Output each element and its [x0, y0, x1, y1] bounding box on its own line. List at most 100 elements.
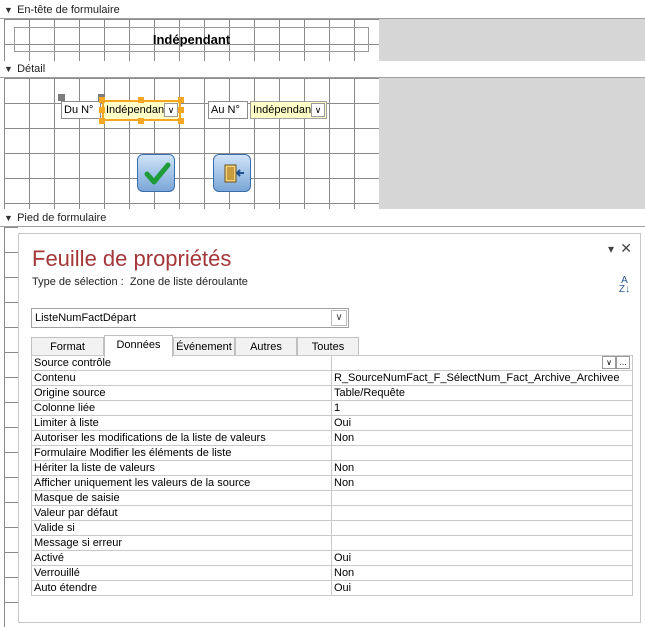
resize-handle[interactable] — [99, 107, 105, 113]
resize-handle[interactable] — [178, 97, 184, 103]
form-footer-grid[interactable] — [4, 227, 18, 627]
property-value[interactable] — [331, 520, 633, 536]
property-grid: Source contrôle ∨… Contenu R_SourceNumFact_… — [31, 355, 633, 596]
property-name[interactable]: Source contrôle — [31, 355, 332, 371]
property-row[interactable]: Afficher uniquement les valeurs de la so… — [31, 475, 633, 491]
property-name[interactable]: Formulaire Modifier les éléments de list… — [31, 445, 332, 461]
property-value[interactable]: R_SourceNumFact_F_SélectNum_Fact_Archive… — [331, 370, 633, 386]
property-row[interactable]: Hériter la liste de valeurs Non — [31, 460, 633, 476]
resize-handle[interactable] — [99, 118, 105, 124]
detail-blank-area — [379, 78, 645, 209]
sort-az-icon[interactable]: A Z↓ — [619, 276, 630, 295]
form-header-section-bar[interactable]: ▼ En-tête de formulaire — [0, 2, 645, 19]
tab-toutes[interactable]: Toutes — [297, 337, 359, 356]
form-footer-section-bar[interactable]: ▼ Pied de formulaire — [0, 210, 645, 227]
property-sheet-title: Feuille de propriétés — [32, 246, 232, 271]
property-value[interactable] — [331, 505, 633, 521]
tab-format[interactable]: Format — [31, 337, 104, 356]
property-name[interactable]: Contenu — [31, 370, 332, 386]
property-row[interactable]: Limiter à liste Oui — [31, 415, 633, 431]
property-name[interactable]: Valeur par défaut — [31, 505, 332, 521]
form-header-section-label: En-tête de formulaire — [17, 4, 120, 16]
dropdown-arrow-icon[interactable]: ▾ — [608, 242, 614, 256]
resize-handle[interactable] — [178, 118, 184, 124]
tab-evenement[interactable]: Événement — [173, 337, 235, 356]
property-row[interactable]: Source contrôle ∨… — [31, 355, 633, 371]
to-number-combo[interactable]: Indépendant ∨ — [250, 101, 327, 119]
chevron-down-icon[interactable]: ∨ — [602, 356, 616, 369]
property-name[interactable]: Limiter à liste — [31, 415, 332, 431]
property-value[interactable]: Oui — [331, 550, 633, 566]
resize-handle[interactable] — [138, 97, 144, 103]
tab-donnees[interactable]: Données — [104, 335, 173, 357]
resize-handle[interactable] — [178, 107, 184, 113]
property-row[interactable]: Auto étendre Oui — [31, 580, 633, 596]
object-selector-value: ListeNumFactDépart — [35, 312, 136, 324]
property-row[interactable]: Formulaire Modifier les éléments de list… — [31, 445, 633, 461]
property-row[interactable]: Activé Oui — [31, 550, 633, 566]
form-header-blank-area — [379, 19, 645, 61]
property-name[interactable]: Activé — [31, 550, 332, 566]
property-value[interactable] — [331, 445, 633, 461]
property-value-text: Non — [334, 476, 355, 489]
to-number-combo-value: Indépendant — [253, 104, 315, 116]
chevron-down-icon[interactable]: ∨ — [164, 103, 178, 117]
property-row[interactable]: Message si erreur — [31, 535, 633, 551]
property-name[interactable]: Valide si — [31, 520, 332, 536]
property-value[interactable]: Non — [331, 565, 633, 581]
object-selector[interactable]: ListeNumFactDépart ∨ — [31, 308, 349, 328]
property-value[interactable]: Non — [331, 430, 633, 446]
property-row[interactable]: Autoriser les modifications de la liste … — [31, 430, 633, 446]
property-row[interactable]: Origine source Table/Requête — [31, 385, 633, 401]
resize-handle[interactable] — [99, 97, 105, 103]
chevron-down-icon[interactable]: ∨ — [311, 103, 325, 117]
property-name[interactable]: Afficher uniquement les valeurs de la so… — [31, 475, 332, 491]
property-value[interactable]: 1 — [331, 400, 633, 416]
property-value[interactable]: Table/Requête — [331, 385, 633, 401]
property-value[interactable] — [331, 535, 633, 551]
section-arrow-icon: ▼ — [4, 213, 13, 223]
property-value[interactable]: ∨… — [331, 355, 633, 371]
property-value-text: R_SourceNumFact_F_SélectNum_Fact_Archive… — [334, 371, 620, 384]
property-value-text: Oui — [334, 581, 352, 594]
close-icon[interactable]: ✕ — [620, 240, 632, 257]
property-row[interactable]: Valide si — [31, 520, 633, 536]
to-number-label[interactable]: Au N° — [208, 101, 248, 119]
property-name[interactable]: Verrouillé — [31, 565, 332, 581]
property-value-text: Oui — [334, 551, 352, 564]
property-name[interactable]: Message si erreur — [31, 535, 332, 551]
property-value[interactable]: Non — [331, 460, 633, 476]
form-footer-section-label: Pied de formulaire — [17, 212, 107, 224]
builder-ellipsis-icon[interactable]: … — [616, 356, 630, 369]
property-value-text: Non — [334, 461, 355, 474]
property-row[interactable]: Colonne liée 1 — [31, 400, 633, 416]
selection-type-value: Zone de liste déroulante — [129, 276, 248, 288]
tab-autres[interactable]: Autres — [235, 337, 297, 356]
section-arrow-icon: ▼ — [4, 5, 13, 15]
property-row[interactable]: Masque de saisie — [31, 490, 633, 506]
property-row[interactable]: Valeur par défaut — [31, 505, 633, 521]
property-value[interactable]: Non — [331, 475, 633, 491]
move-handle[interactable] — [58, 94, 65, 101]
property-name[interactable]: Masque de saisie — [31, 490, 332, 506]
property-name[interactable]: Auto étendre — [31, 580, 332, 596]
chevron-down-icon[interactable]: ∨ — [331, 310, 347, 326]
section-arrow-icon: ▼ — [4, 64, 13, 74]
property-value[interactable]: Oui — [331, 580, 633, 596]
property-value[interactable] — [331, 490, 633, 506]
property-value-text: 1 — [334, 401, 341, 414]
property-name[interactable]: Autoriser les modifications de la liste … — [31, 430, 332, 446]
property-value[interactable]: Oui — [331, 415, 633, 431]
detail-section-bar[interactable]: ▼ Détail — [0, 61, 645, 78]
property-row[interactable]: Contenu R_SourceNumFact_F_SélectNum_Fact_… — [31, 370, 633, 386]
property-name[interactable]: Hériter la liste de valeurs — [31, 460, 332, 476]
form-header-label[interactable]: Indépendant — [14, 27, 369, 52]
property-name[interactable]: Colonne liée — [31, 400, 332, 416]
property-row[interactable]: Verrouillé Non — [31, 565, 633, 581]
resize-handle[interactable] — [138, 118, 144, 124]
validate-button[interactable] — [137, 154, 175, 192]
property-name[interactable]: Origine source — [31, 385, 332, 401]
close-form-button[interactable] — [213, 154, 251, 192]
exit-door-icon — [224, 164, 244, 183]
from-number-label[interactable]: Du N° — [61, 101, 101, 119]
